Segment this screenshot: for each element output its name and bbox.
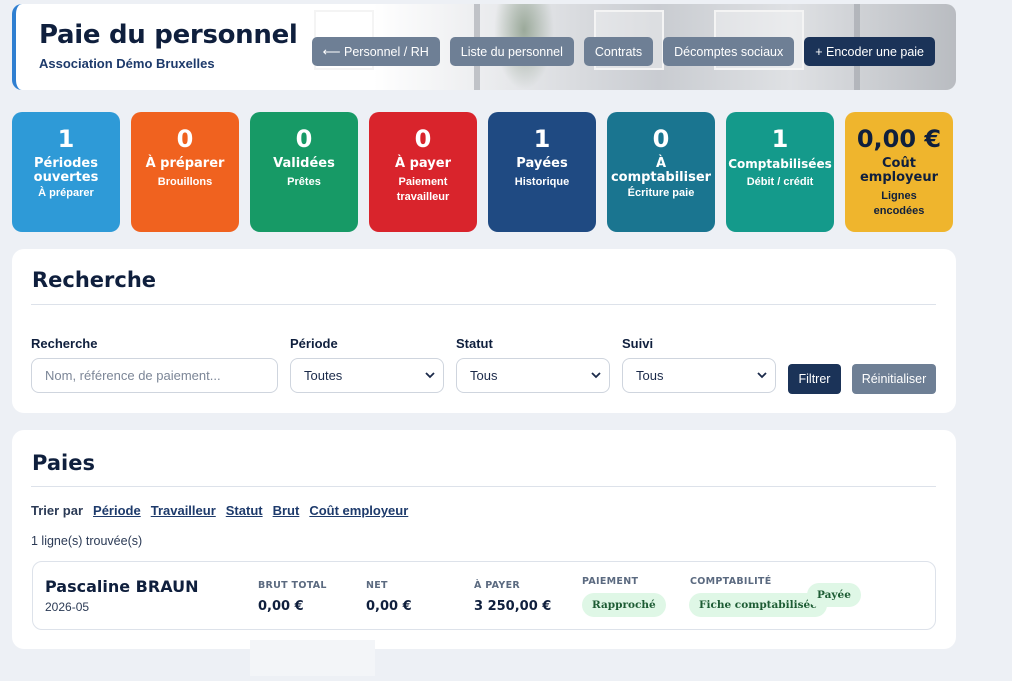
payment-header: PAIEMENT — [582, 576, 639, 587]
payment-status-badge: Rapproché — [582, 593, 666, 617]
kpi-sublabel: Historique — [514, 176, 570, 188]
staff-list-button[interactable]: Liste du personnel — [449, 37, 574, 66]
kpi-value: 0,00 € — [856, 125, 942, 153]
follow-select-value: Tous — [636, 368, 664, 383]
accounting-header: COMPTABILITÉ — [690, 576, 772, 587]
contracts-button[interactable]: Contrats — [583, 37, 654, 66]
period-select-value: Toutes — [304, 368, 343, 383]
search-panel: Recherche Recherche Nom, référence de pa… — [12, 249, 956, 413]
sort-label: Trier par — [31, 503, 84, 518]
divider — [31, 486, 936, 487]
net-value: 0,00 € — [366, 599, 412, 614]
result-count: 1 ligne(s) trouvée(s) — [31, 534, 143, 548]
overlay-placeholder — [250, 640, 375, 676]
period-select[interactable]: Toutes — [290, 358, 444, 393]
kpi-employer-cost[interactable]: 0,00 € Coût employeur Lignes encodées — [845, 112, 953, 232]
to-pay-header: À PAYER — [474, 580, 520, 591]
accounting-column: COMPTABILITÉ — [690, 576, 772, 587]
kpi-sublabel: Paiement travailleur — [396, 176, 450, 203]
kpi-value: 0 — [176, 125, 194, 153]
kpi-to-prepare[interactable]: 0 À préparer Brouillons — [131, 112, 239, 232]
kpi-cards: 1 Périodes ouvertes À préparer 0 À prépa… — [12, 112, 956, 232]
pay-status-badge: Payée — [807, 583, 861, 607]
kpi-validated[interactable]: 0 Validées Prêtes — [250, 112, 358, 232]
kpi-sublabel: Prêtes — [287, 176, 321, 188]
add-pay-button[interactable]: + Encoder une paie — [804, 37, 935, 66]
payment-column: PAIEMENT — [582, 576, 638, 587]
sort-link-gross[interactable]: Brut — [273, 503, 300, 518]
chevron-down-icon — [425, 372, 435, 379]
sort-link-employer-cost[interactable]: Coût employeur — [309, 503, 408, 518]
worker-name: Pascaline BRAUN — [45, 577, 199, 596]
status-select[interactable]: Tous — [456, 358, 610, 393]
gross-column: BRUT TOTAL 0,00 € — [258, 580, 327, 614]
kpi-value: 1 — [771, 125, 789, 153]
kpi-label: Comptabilisées — [728, 157, 832, 171]
chevron-down-icon — [591, 372, 601, 379]
kpi-to-account[interactable]: 0 À comptabiliser Écriture paie — [607, 112, 715, 232]
period-field-label: Période — [290, 336, 338, 351]
header-nav: ⟵ Personnel / RH Liste du personnel Cont… — [311, 37, 935, 66]
sort-link-status[interactable]: Statut — [226, 503, 263, 518]
net-column: NET 0,00 € — [366, 580, 412, 614]
to-pay-value: 3 250,00 € — [474, 599, 552, 614]
kpi-sublabel: À préparer — [38, 187, 94, 199]
status-field-label: Statut — [456, 336, 493, 351]
chevron-down-icon — [757, 372, 767, 379]
kpi-to-pay[interactable]: 0 À payer Paiement travailleur — [369, 112, 477, 232]
to-pay-column: À PAYER 3 250,00 € — [474, 580, 551, 614]
kpi-label: Périodes ouvertes — [33, 156, 99, 185]
kpi-open-periods[interactable]: 1 Périodes ouvertes À préparer — [12, 112, 120, 232]
kpi-value: 0 — [295, 125, 313, 153]
kpi-value: 1 — [533, 125, 551, 153]
kpi-label: Coût employeur — [859, 156, 938, 185]
kpi-paid[interactable]: 1 Payées Historique — [488, 112, 596, 232]
search-field-label: Recherche — [31, 336, 98, 351]
back-to-personnel-button[interactable]: ⟵ Personnel / RH — [311, 37, 440, 66]
pay-row[interactable]: Pascaline BRAUN 2026-05 BRUT TOTAL 0,00 … — [32, 561, 936, 630]
net-header: NET — [366, 580, 388, 591]
kpi-value: 1 — [57, 125, 75, 153]
kpi-value: 0 — [652, 125, 670, 153]
pays-title: Paies — [32, 451, 95, 475]
page-header: Paie du personnel Association Démo Bruxe… — [12, 4, 956, 90]
pay-period: 2026-05 — [45, 600, 90, 614]
kpi-accounted[interactable]: 1 Comptabilisées Débit / crédit — [726, 112, 834, 232]
sort-link-worker[interactable]: Travailleur — [151, 503, 216, 518]
kpi-label: Validées — [273, 156, 335, 171]
pays-panel: Paies Trier par Période Travailleur Stat… — [12, 430, 956, 649]
organization-name: Association Démo Bruxelles — [39, 56, 215, 71]
kpi-label: À comptabiliser — [610, 156, 712, 185]
search-input[interactable]: Nom, référence de paiement... — [31, 358, 278, 393]
kpi-label: Payées — [516, 156, 568, 171]
gross-header: BRUT TOTAL — [258, 580, 327, 591]
social-statements-button[interactable]: Décomptes sociaux — [663, 37, 795, 66]
sort-link-period[interactable]: Période — [93, 503, 141, 518]
search-title: Recherche — [32, 268, 157, 292]
status-select-value: Tous — [470, 368, 498, 383]
divider — [31, 304, 936, 305]
kpi-sublabel: Lignes encodées — [873, 190, 925, 217]
kpi-sublabel: Débit / crédit — [746, 176, 814, 188]
kpi-sublabel: Brouillons — [157, 176, 213, 188]
follow-select[interactable]: Tous — [622, 358, 776, 393]
follow-field-label: Suivi — [622, 336, 654, 351]
reset-button[interactable]: Réinitialiser — [852, 364, 936, 394]
kpi-value: 0 — [414, 125, 432, 153]
sort-bar: Trier par Période Travailleur Statut Bru… — [31, 503, 408, 518]
kpi-label: À préparer — [145, 156, 225, 171]
kpi-sublabel: Écriture paie — [627, 187, 695, 199]
page-title: Paie du personnel — [39, 20, 298, 50]
kpi-label: À payer — [395, 156, 451, 171]
gross-value: 0,00 € — [258, 599, 304, 614]
filter-button[interactable]: Filtrer — [788, 364, 841, 394]
